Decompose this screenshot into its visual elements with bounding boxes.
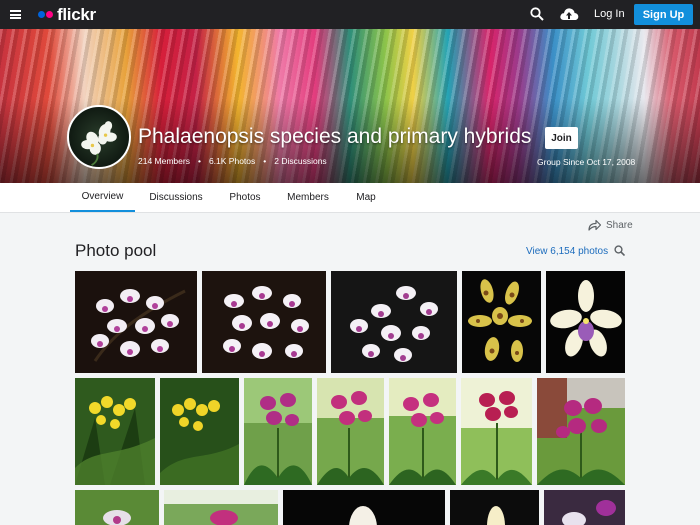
search-icon[interactable] bbox=[614, 245, 625, 256]
group-tabs: Overview Discussions Photos Members Map bbox=[0, 183, 700, 213]
pool-photo[interactable] bbox=[283, 490, 445, 525]
signup-button[interactable]: Sign Up bbox=[634, 4, 693, 25]
upload-cloud-icon[interactable] bbox=[559, 5, 579, 23]
tab-overview[interactable]: Overview bbox=[70, 183, 135, 212]
pool-photo[interactable] bbox=[317, 378, 384, 485]
pool-photo[interactable] bbox=[537, 378, 625, 485]
group-avatar[interactable] bbox=[67, 105, 131, 169]
pool-photo[interactable] bbox=[244, 378, 312, 485]
photo-pool-heading: Photo pool bbox=[75, 241, 157, 260]
pool-photo[interactable] bbox=[164, 490, 278, 525]
logo-text: flickr bbox=[57, 4, 96, 24]
group-since-date: Group Since Oct 17, 2008 bbox=[537, 157, 636, 167]
logo-pink-dot bbox=[46, 11, 53, 18]
pool-photo[interactable] bbox=[389, 378, 456, 485]
tab-map[interactable]: Map bbox=[351, 183, 381, 212]
pool-photo[interactable] bbox=[75, 271, 197, 373]
pool-photo[interactable] bbox=[450, 490, 539, 525]
group-stats: 214 Members • 6.1K Photos • 2 Discussion… bbox=[138, 156, 327, 166]
view-all-photos-link[interactable]: View 6,154 photos bbox=[526, 246, 608, 257]
pool-photo[interactable] bbox=[75, 378, 155, 485]
pool-photo[interactable] bbox=[160, 378, 239, 485]
share-label: Share bbox=[606, 219, 633, 231]
stats-separator: • bbox=[197, 156, 201, 166]
share-button[interactable]: Share bbox=[588, 219, 633, 231]
stats-separator: • bbox=[263, 156, 267, 166]
tab-members[interactable]: Members bbox=[283, 183, 333, 212]
pool-photo[interactable] bbox=[462, 271, 541, 373]
tab-photos[interactable]: Photos bbox=[224, 183, 266, 212]
pool-photo[interactable] bbox=[202, 271, 326, 373]
share-icon bbox=[588, 219, 601, 231]
pool-photo[interactable] bbox=[544, 490, 625, 525]
photos-count[interactable]: 6.1K Photos bbox=[209, 156, 255, 166]
discussions-count[interactable]: 2 Discussions bbox=[274, 156, 326, 166]
login-link[interactable]: Log In bbox=[594, 8, 625, 20]
tab-discussions[interactable]: Discussions bbox=[146, 183, 206, 212]
pool-photo[interactable] bbox=[75, 490, 159, 525]
menu-icon[interactable] bbox=[10, 10, 21, 19]
join-button[interactable]: Join bbox=[545, 127, 578, 149]
pool-photo[interactable] bbox=[331, 271, 457, 373]
flickr-logo[interactable]: flickr bbox=[38, 5, 96, 24]
search-icon[interactable] bbox=[530, 7, 544, 21]
logo-blue-dot bbox=[38, 11, 45, 18]
orchid-avatar-image bbox=[81, 121, 117, 166]
top-navigation-bar: flickr Log In Sign Up bbox=[0, 0, 700, 29]
members-count[interactable]: 214 Members bbox=[138, 156, 190, 166]
group-title: Phalaenopsis species and primary hybrids bbox=[138, 125, 532, 148]
pool-photo[interactable] bbox=[461, 378, 532, 485]
pool-photo[interactable] bbox=[546, 271, 625, 373]
